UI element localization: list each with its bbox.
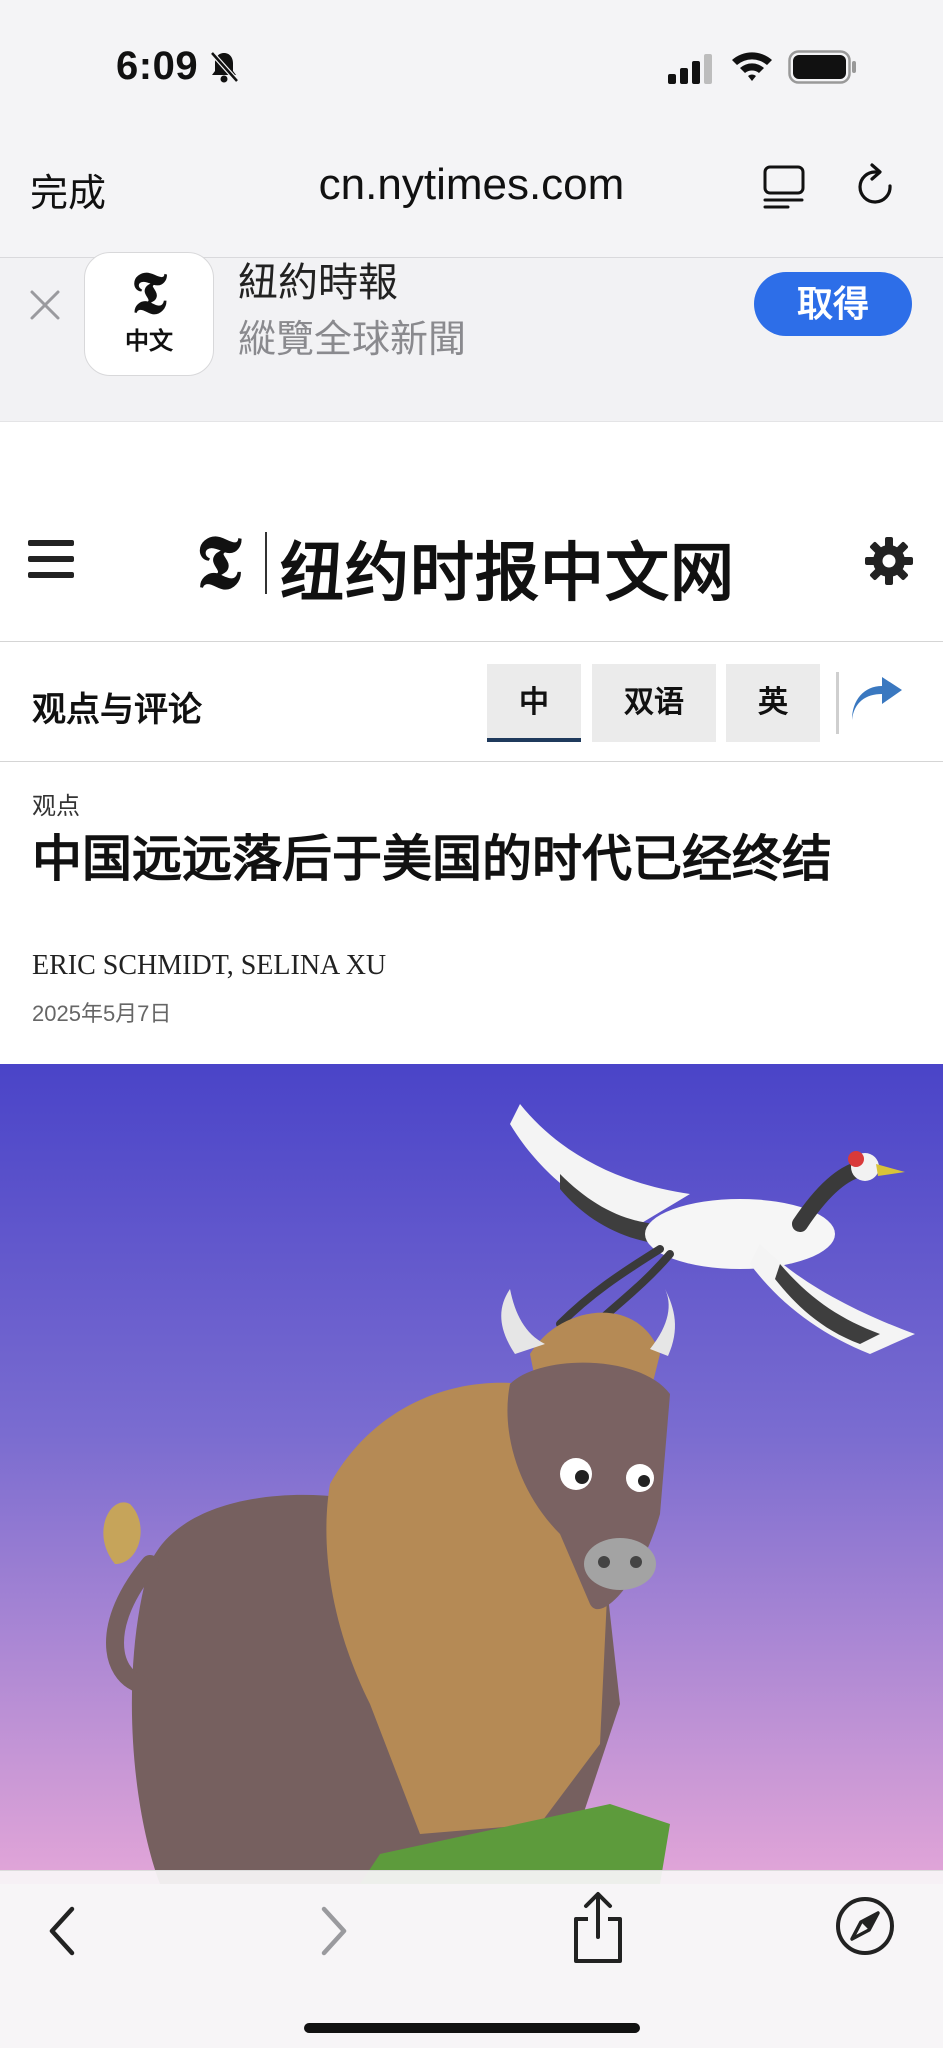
signal-icon	[668, 54, 712, 84]
app-subtitle: 縱覽全球新聞	[238, 319, 467, 361]
article-date: 2025年5月7日	[32, 1001, 172, 1026]
status-bar: 6:09	[0, 0, 943, 130]
battery-icon	[788, 50, 856, 84]
status-time: 6:09	[116, 44, 199, 88]
nyt-logo-icon[interactable]: 𝕿	[196, 520, 241, 607]
section-bar: 观点与评论 中 双语 英	[0, 642, 943, 762]
tab-divider	[836, 672, 839, 734]
article-kicker[interactable]: 观点	[32, 786, 80, 821]
logo-divider	[265, 532, 267, 594]
article-headline: 中国远远落后于美国的时代已经终结	[32, 831, 832, 887]
app-name: 紐約時報	[238, 261, 398, 305]
hero-illustration	[0, 1064, 943, 1884]
share-arrow-icon[interactable]	[848, 676, 904, 722]
browser-top-bar: 完成 cn.nytimes.com	[0, 130, 943, 258]
site-title[interactable]: 纽约时报中文网	[280, 522, 735, 614]
section-label[interactable]: 观点与评论	[32, 682, 202, 731]
site-masthead: 𝕿 纽约时报中文网	[0, 510, 943, 642]
tab-bilingual[interactable]: 双语	[592, 664, 716, 742]
reload-icon[interactable]	[852, 162, 900, 212]
wifi-icon	[732, 52, 772, 81]
app-icon[interactable]: 𝕿 中文	[84, 252, 214, 376]
close-icon[interactable]	[28, 288, 62, 322]
home-indicator[interactable]	[304, 2023, 640, 2033]
article-byline[interactable]: ERIC SCHMIDT, SELINA XU	[32, 950, 386, 982]
gear-icon[interactable]	[864, 536, 914, 586]
app-banner: 𝕿 中文 紐約時報 縱覽全球新聞 取得	[0, 252, 943, 422]
browser-bottom-bar	[0, 1870, 943, 2048]
reader-icon[interactable]	[762, 164, 808, 210]
tab-english[interactable]: 英	[726, 664, 820, 742]
menu-icon[interactable]	[28, 538, 76, 580]
share-icon[interactable]	[570, 1891, 626, 1965]
nyt-t-logo-icon: 𝕿	[131, 259, 167, 327]
tab-chinese[interactable]: 中	[487, 664, 581, 742]
get-app-button[interactable]: 取得	[754, 272, 912, 336]
bell-off-icon	[210, 51, 239, 83]
app-icon-caption: 中文	[125, 326, 173, 355]
compass-icon[interactable]	[834, 1895, 896, 1957]
forward-icon[interactable]	[312, 1901, 356, 1961]
back-icon[interactable]	[40, 1901, 84, 1961]
